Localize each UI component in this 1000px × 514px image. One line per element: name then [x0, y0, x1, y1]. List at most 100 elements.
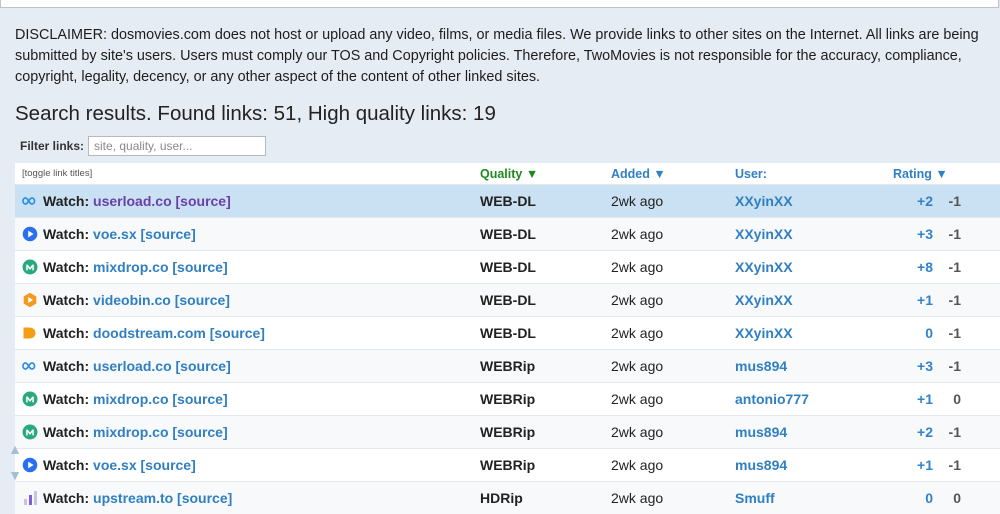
- rating-down[interactable]: -1: [933, 259, 961, 275]
- arrow-down-icon[interactable]: ▼: [2, 462, 28, 488]
- user-cell: Smuff: [735, 482, 893, 514]
- rating-down[interactable]: -1: [933, 424, 961, 440]
- user-cell: mus894: [735, 416, 893, 449]
- source-link[interactable]: upstream.to [source]: [93, 490, 232, 506]
- user-link[interactable]: XXyinXX: [735, 259, 793, 275]
- user-cell: XXyinXX: [735, 284, 893, 317]
- link-title-cell: Watch: userload.co [source]: [15, 350, 480, 383]
- table-row: Watch: mixdrop.co [source]WEBRip2wk agoa…: [15, 383, 1000, 416]
- rating-down[interactable]: 0: [933, 391, 961, 407]
- rating-up[interactable]: +1: [893, 391, 933, 407]
- watch-label: Watch:: [43, 424, 89, 440]
- toggle-link-titles[interactable]: [toggle link titles]: [15, 163, 480, 185]
- user-cell: XXyinXX: [735, 185, 893, 218]
- table-row: Watch: upstream.to [source]HDRip2wk agoS…: [15, 482, 1000, 514]
- link-title-cell: Watch: voe.sx [source]: [15, 218, 480, 251]
- source-link[interactable]: mixdrop.co [source]: [93, 391, 228, 407]
- infinity-icon: [22, 358, 38, 374]
- link-title-cell: Watch: doodstream.com [source]: [15, 317, 480, 350]
- disclaimer-text: DISCLAIMER: dosmovies.com does not host …: [15, 25, 995, 88]
- quality-cell: WEB-DL: [480, 185, 611, 218]
- watch-label: Watch:: [43, 457, 89, 473]
- added-cell: 2wk ago: [611, 416, 735, 449]
- user-link[interactable]: XXyinXX: [735, 193, 793, 209]
- rating-up[interactable]: +2: [893, 193, 933, 209]
- source-link[interactable]: mixdrop.co [source]: [93, 424, 228, 440]
- table-row: Watch: videobin.co [source]WEB-DL2wk ago…: [15, 284, 1000, 317]
- rating-down[interactable]: 0: [933, 490, 961, 506]
- user-cell: XXyinXX: [735, 218, 893, 251]
- links-table: [toggle link titles] Quality ▼ Added ▼ U…: [15, 163, 1000, 514]
- table-header-row: [toggle link titles] Quality ▼ Added ▼ U…: [15, 163, 1000, 185]
- videobin-play-icon: [22, 292, 38, 308]
- user-link[interactable]: mus894: [735, 424, 787, 440]
- rating-down[interactable]: -1: [933, 325, 961, 341]
- link-title-cell: Watch: videobin.co [source]: [15, 284, 480, 317]
- play-circle-icon: [22, 226, 38, 242]
- rating-up[interactable]: +2: [893, 424, 933, 440]
- user-link[interactable]: antonio777: [735, 391, 809, 407]
- filter-input[interactable]: [88, 136, 266, 156]
- rating-up[interactable]: 0: [893, 325, 933, 341]
- source-link[interactable]: videobin.co [source]: [93, 292, 230, 308]
- filter-links: Filter links:: [20, 135, 266, 157]
- watch-label: Watch:: [43, 226, 89, 242]
- user-link[interactable]: XXyinXX: [735, 226, 793, 242]
- rating-down[interactable]: -1: [933, 226, 961, 242]
- rating-up[interactable]: 0: [893, 490, 933, 506]
- quality-cell: WEB-DL: [480, 218, 611, 251]
- rating-cell: +1-1: [893, 284, 1000, 317]
- rating-cell: 00: [893, 482, 1000, 514]
- table-row: Watch: mixdrop.co [source]WEB-DL2wk agoX…: [15, 251, 1000, 284]
- mixdrop-m-icon: [22, 391, 38, 407]
- rating-up[interactable]: +8: [893, 259, 933, 275]
- rating-down[interactable]: -1: [933, 193, 961, 209]
- quality-cell: HDRip: [480, 482, 611, 514]
- sort-added[interactable]: Added ▼: [611, 163, 735, 185]
- quality-cell: WEB-DL: [480, 317, 611, 350]
- infinity-icon: [22, 193, 38, 209]
- user-link[interactable]: XXyinXX: [735, 292, 793, 308]
- added-cell: 2wk ago: [611, 251, 735, 284]
- source-link[interactable]: userload.co [source]: [93, 358, 231, 374]
- rating-down[interactable]: -1: [933, 358, 961, 374]
- watch-label: Watch:: [43, 391, 89, 407]
- source-link[interactable]: voe.sx [source]: [93, 226, 196, 242]
- table-row: Watch: userload.co [source]WEBRip2wk ago…: [15, 350, 1000, 383]
- arrow-up-icon[interactable]: ▲: [2, 436, 28, 462]
- link-title-cell: Watch: voe.sx [source]: [15, 449, 480, 482]
- link-title-cell: Watch: mixdrop.co [source]: [15, 416, 480, 449]
- rating-up[interactable]: +1: [893, 457, 933, 473]
- source-link[interactable]: doodstream.com [source]: [93, 325, 265, 341]
- user-link[interactable]: XXyinXX: [735, 325, 793, 341]
- user-link[interactable]: Smuff: [735, 490, 775, 506]
- rating-up[interactable]: +3: [893, 226, 933, 242]
- user-cell: antonio777: [735, 383, 893, 416]
- added-cell: 2wk ago: [611, 383, 735, 416]
- user-link[interactable]: mus894: [735, 457, 787, 473]
- top-bar: [0, 0, 1000, 8]
- rating-cell: 0-1: [893, 317, 1000, 350]
- source-link[interactable]: userload.co [source]: [93, 193, 231, 209]
- table-row: Watch: voe.sx [source]WEBRip2wk agomus89…: [15, 449, 1000, 482]
- rating-up[interactable]: +1: [893, 292, 933, 308]
- sort-quality[interactable]: Quality ▼: [480, 163, 611, 185]
- rating-cell: +2-1: [893, 185, 1000, 218]
- rating-cell: +3-1: [893, 350, 1000, 383]
- added-cell: 2wk ago: [611, 350, 735, 383]
- search-results-heading: Search results. Found links: 51, High qu…: [15, 102, 496, 126]
- source-link[interactable]: voe.sx [source]: [93, 457, 196, 473]
- watch-label: Watch:: [43, 325, 89, 341]
- rating-down[interactable]: -1: [933, 457, 961, 473]
- filter-label: Filter links:: [20, 139, 84, 153]
- link-title-cell: Watch: mixdrop.co [source]: [15, 383, 480, 416]
- sort-rating[interactable]: Rating ▼: [893, 163, 1000, 185]
- rating-down[interactable]: -1: [933, 292, 961, 308]
- source-link[interactable]: mixdrop.co [source]: [93, 259, 228, 275]
- quality-cell: WEBRip: [480, 416, 611, 449]
- link-title-cell: Watch: userload.co [source]: [15, 185, 480, 218]
- added-cell: 2wk ago: [611, 218, 735, 251]
- rating-up[interactable]: +3: [893, 358, 933, 374]
- user-cell: mus894: [735, 350, 893, 383]
- user-link[interactable]: mus894: [735, 358, 787, 374]
